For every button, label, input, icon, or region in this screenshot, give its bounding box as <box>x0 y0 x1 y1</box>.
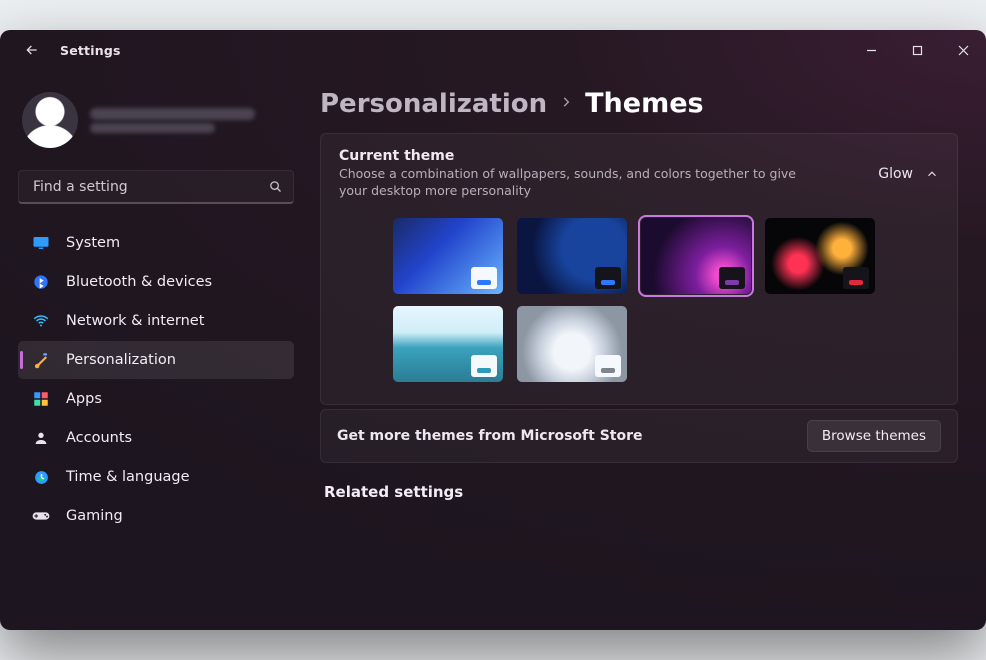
breadcrumb-parent[interactable]: Personalization <box>320 89 547 119</box>
sidebar-item-label: Personalization <box>66 352 176 368</box>
clock-icon <box>32 468 50 486</box>
sidebar-item-label: Bluetooth & devices <box>66 274 212 290</box>
nav-list: System Bluetooth & devices Network & inter… <box>18 224 294 535</box>
theme-accent-chip <box>719 267 745 289</box>
app-title: Settings <box>60 43 121 58</box>
search-box[interactable] <box>18 170 294 204</box>
theme-grid <box>339 200 939 390</box>
maximize-button[interactable] <box>894 30 940 70</box>
sidebar-item-network[interactable]: Network & internet <box>18 302 294 340</box>
theme-tile[interactable] <box>393 306 503 382</box>
store-row: Get more themes from Microsoft Store Bro… <box>320 409 958 463</box>
theme-accent-chip <box>595 355 621 377</box>
wifi-icon <box>32 312 50 330</box>
person-icon <box>32 429 50 447</box>
titlebar: Settings <box>0 30 986 70</box>
sidebar-item-label: System <box>66 235 120 251</box>
theme-tile[interactable] <box>517 306 627 382</box>
current-theme-subtitle: Choose a combination of wallpapers, soun… <box>339 166 819 200</box>
sidebar-item-label: Accounts <box>66 430 132 446</box>
sidebar-item-gaming[interactable]: Gaming <box>18 497 294 535</box>
sidebar-item-bluetooth[interactable]: Bluetooth & devices <box>18 263 294 301</box>
sidebar-item-accounts[interactable]: Accounts <box>18 419 294 457</box>
sidebar-item-label: Gaming <box>66 508 123 524</box>
current-theme-name: Glow <box>878 166 913 182</box>
apps-icon <box>32 390 50 408</box>
sidebar-item-label: Apps <box>66 391 102 407</box>
sidebar-item-apps[interactable]: Apps <box>18 380 294 418</box>
sidebar-item-system[interactable]: System <box>18 224 294 262</box>
current-theme-title: Current theme <box>339 148 860 164</box>
chevron-right-icon <box>559 94 573 113</box>
sidebar-item-label: Network & internet <box>66 313 204 329</box>
sidebar: System Bluetooth & devices Network & inter… <box>0 70 310 630</box>
avatar <box>22 92 78 148</box>
search-icon <box>268 179 283 194</box>
gamepad-icon <box>32 507 50 525</box>
minimize-button[interactable] <box>848 30 894 70</box>
search-input[interactable] <box>31 178 258 196</box>
back-button[interactable] <box>18 36 46 64</box>
theme-tile[interactable] <box>517 218 627 294</box>
browse-themes-button[interactable]: Browse themes <box>807 420 941 452</box>
sidebar-item-time[interactable]: Time & language <box>18 458 294 496</box>
breadcrumb-current: Themes <box>585 88 703 119</box>
account-redacted-text <box>90 105 255 136</box>
theme-tile[interactable] <box>393 218 503 294</box>
account-block[interactable] <box>18 82 294 160</box>
settings-window: Settings <box>0 30 986 630</box>
chevron-up-icon[interactable] <box>925 167 939 181</box>
theme-accent-chip <box>471 267 497 289</box>
theme-accent-chip <box>595 267 621 289</box>
current-theme-header[interactable]: Current theme Choose a combination of wa… <box>339 148 939 200</box>
sidebar-item-label: Time & language <box>66 469 190 485</box>
bluetooth-icon <box>32 273 50 291</box>
store-row-label: Get more themes from Microsoft Store <box>337 428 643 444</box>
sidebar-item-personalization[interactable]: Personalization <box>18 341 294 379</box>
theme-accent-chip <box>471 355 497 377</box>
theme-tile[interactable] <box>641 218 751 294</box>
current-theme-card: Current theme Choose a combination of wa… <box>320 133 958 405</box>
related-settings-heading: Related settings <box>324 483 958 501</box>
close-button[interactable] <box>940 30 986 70</box>
monitor-icon <box>32 234 50 252</box>
content-area: Personalization Themes Current theme Cho… <box>310 70 986 630</box>
theme-tile[interactable] <box>765 218 875 294</box>
theme-accent-chip <box>843 267 869 289</box>
brush-icon <box>32 351 50 369</box>
breadcrumb: Personalization Themes <box>320 88 958 119</box>
